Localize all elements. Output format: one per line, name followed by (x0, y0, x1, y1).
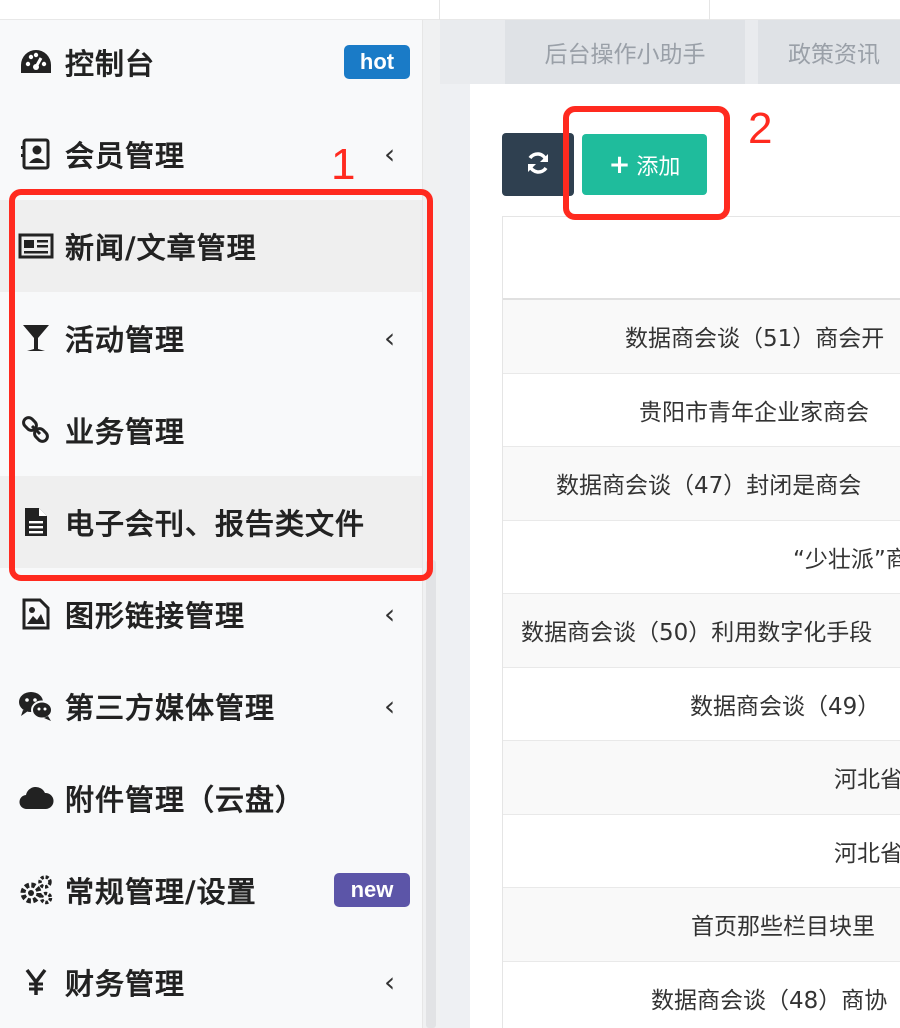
sidebar-item-label: 常规管理/设置 (65, 875, 257, 909)
sidebar-item-label: 业务管理 (65, 415, 186, 449)
table-row[interactable]: 河北省 (503, 741, 900, 815)
cloud-icon (18, 780, 54, 816)
gears-icon (18, 872, 54, 908)
link-icon (18, 412, 54, 448)
sidebar-item-label: 新闻/文章管理 (65, 231, 257, 265)
sidebar-scrollbar[interactable] (426, 560, 436, 1028)
table-cell-title: 首页那些栏目块里 (691, 914, 875, 941)
table-row[interactable]: 数据商会谈（49） (503, 667, 900, 741)
annotation-number: 2 (748, 104, 773, 153)
sidebar-item-events[interactable]: 活动管理 ‹ (0, 292, 422, 384)
sidebar-item-attachments[interactable]: 附件管理（云盘） (0, 752, 422, 844)
table-cell-title: 数据商会谈（48）商协 (651, 987, 888, 1014)
add-button-label: 添加 (636, 154, 681, 180)
refresh-icon (525, 151, 551, 179)
table-cell-title: “少壮派”商 (793, 546, 900, 573)
cocktail-glass-icon (18, 320, 54, 356)
sidebar-item-dashboard[interactable]: 控制台 hot (0, 16, 422, 108)
chevron-left-icon: ‹ (384, 137, 396, 171)
annotation-number: 1 (331, 140, 356, 189)
table-row[interactable]: “少壮派”商 (503, 520, 900, 594)
table-cell-title: 河北省 (834, 767, 900, 794)
image-icon (18, 596, 54, 632)
chevron-left-icon: ‹ (384, 597, 396, 631)
table-cell-title: 数据商会谈（47）封闭是商会 (556, 473, 862, 500)
sidebar-item-label: 财务管理 (65, 967, 186, 1001)
sidebar-item-reports[interactable]: 电子会刊、报告类文件 (0, 476, 422, 568)
sidebar-item-business[interactable]: 业务管理 (0, 384, 422, 476)
chevron-left-icon: ‹ (384, 965, 396, 999)
table-row[interactable]: 河北省 (503, 814, 900, 888)
table-cell-title: 数据商会谈（49） (690, 693, 881, 720)
sidebar-item-label: 电子会刊、报告类文件 (65, 507, 366, 541)
table-row[interactable]: 数据商会谈（51）商会开 (503, 300, 900, 374)
table-row[interactable]: 数据商会谈（47）封闭是商会 (503, 447, 900, 521)
sidebar-item-label: 会员管理 (65, 139, 186, 173)
table-row[interactable]: 贵阳市青年企业家商会 (503, 373, 900, 447)
top-bar-divider (439, 0, 440, 20)
sidebar-item-finance[interactable]: 财务管理 ‹ (0, 936, 422, 1028)
chevron-left-icon: ‹ (384, 321, 396, 355)
table-cell-title: 河北省 (834, 840, 900, 867)
sidebar-item-label: 附件管理（云盘） (65, 783, 306, 817)
wechat-icon (18, 688, 54, 724)
table-row[interactable]: 数据商会谈（50）利用数字化手段 (503, 594, 900, 668)
refresh-button[interactable] (502, 133, 574, 196)
sidebar-item-label: 控制台 (65, 47, 156, 81)
sidebar-item-label: 活动管理 (65, 323, 186, 357)
hot-badge: hot (344, 45, 410, 79)
tab-policy-news[interactable]: 政策资讯 (758, 20, 900, 84)
table-cell-title: 贵阳市青年企业家商会 (639, 399, 869, 426)
sidebar-item-third-party-media[interactable]: 第三方媒体管理 ‹ (0, 660, 422, 752)
table-row[interactable]: 首页那些栏目块里 (503, 888, 900, 962)
sidebar-item-label: 图形链接管理 (65, 599, 246, 633)
contact-card-icon (18, 136, 54, 172)
add-button[interactable]: + 添加 (582, 134, 707, 195)
plus-icon: + (608, 149, 631, 180)
file-text-icon (18, 504, 54, 540)
sidebar-item-settings[interactable]: 常规管理/设置 new (0, 844, 422, 936)
yen-icon (18, 964, 54, 1000)
sidebar-item-members[interactable]: 会员管理 ‹ (0, 108, 422, 200)
new-badge: new (334, 873, 410, 907)
table-cell-title: 数据商会谈（50）利用数字化手段 (521, 620, 873, 647)
tab-backend-assistant[interactable]: 后台操作小助手 (505, 20, 745, 84)
dashboard-icon (18, 44, 54, 80)
table-row[interactable]: 数据商会谈（48）商协 (503, 961, 900, 1028)
newspaper-icon (18, 228, 54, 264)
chevron-left-icon: ‹ (384, 689, 396, 723)
table-cell-title: 数据商会谈（51）商会开 (625, 326, 885, 353)
articles-table: 数据商会谈（51）商会开 贵阳市青年企业家商会 数据商会谈（47）封闭是商会 “… (502, 216, 900, 1028)
sidebar-item-image-links[interactable]: 图形链接管理 ‹ (0, 568, 422, 660)
sidebar-item-news[interactable]: 新闻/文章管理 (0, 200, 422, 292)
sidebar-item-label: 第三方媒体管理 (65, 691, 276, 725)
top-bar-divider (709, 0, 710, 20)
table-header (503, 217, 900, 300)
